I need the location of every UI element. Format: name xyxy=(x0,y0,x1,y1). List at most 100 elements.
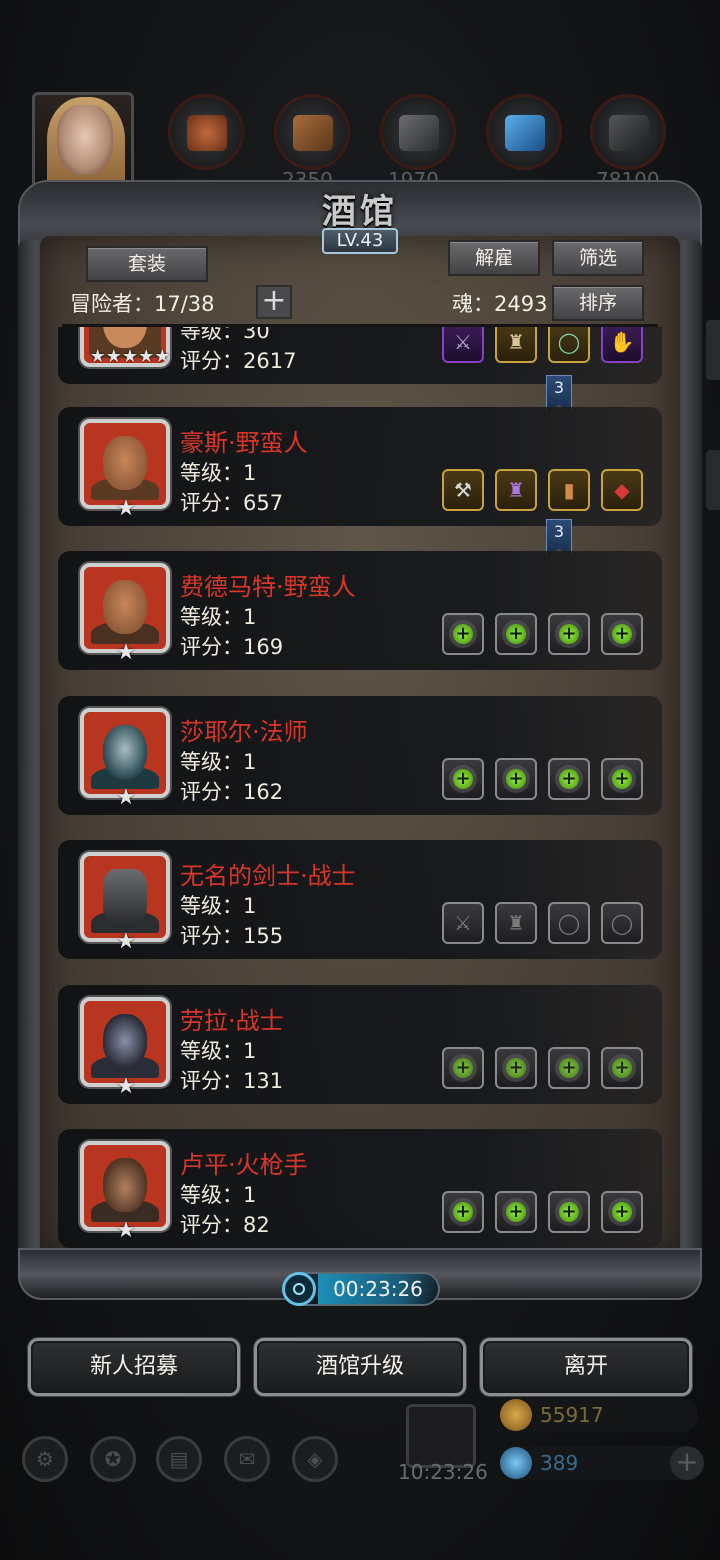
weapon-slot[interactable]: ⚔ xyxy=(442,327,484,363)
weapon-slot-add[interactable]: + xyxy=(442,1191,484,1233)
ring-slot-add[interactable]: + xyxy=(601,613,643,655)
add-icon: + xyxy=(612,1202,632,1222)
hero-card[interactable]: ★ 卢平·火枪手 等级：1 评分：82 + + + + xyxy=(58,1129,662,1248)
gift-timer: 10:23:26 xyxy=(398,1460,488,1484)
ring-slot-add[interactable]: + xyxy=(601,1047,643,1089)
add-icon: + xyxy=(506,1202,526,1222)
iron-icon[interactable] xyxy=(380,94,456,170)
gold-counter: 55917 xyxy=(498,1398,698,1432)
crystal-icon[interactable] xyxy=(486,94,562,170)
add-slot-button[interactable]: + xyxy=(256,285,292,319)
armor-icon: ♜ xyxy=(507,330,525,354)
hero-card[interactable]: ★ 无名的剑士·战士 等级：1 评分：155 ⚔ ♜ ◯ ◯ xyxy=(58,840,662,959)
mail-icon[interactable]: ✉ xyxy=(224,1436,270,1482)
avatar-face xyxy=(57,105,113,175)
hero-card[interactable]: ★ 豪斯·野蛮人 等级：1 评分：657 ⚒ ♜ ▮ ◆ xyxy=(58,407,662,526)
axe-icon: ⚒ xyxy=(454,478,472,502)
hero-score: 评分：82 xyxy=(180,1213,270,1237)
hero-level: 等级：1 xyxy=(180,1183,257,1207)
hero-name: 劳拉·战士 xyxy=(180,1007,284,1035)
side-tab xyxy=(706,450,720,510)
weapon-icon: ⚔ xyxy=(454,330,472,354)
meat-icon[interactable] xyxy=(168,94,244,170)
star-icon: ★ xyxy=(116,496,136,521)
hero-card[interactable]: ★ 劳拉·战士 等级：1 评分：131 + + + + xyxy=(58,985,662,1104)
amulet-slot[interactable]: ◆ xyxy=(601,469,643,511)
hero-name: 无名的剑士·战士 xyxy=(180,862,356,890)
ring-slot[interactable]: ◯ xyxy=(548,327,590,363)
clock-icon xyxy=(282,1272,316,1306)
hero-list[interactable]: ★★★★★ 等级：30 评分：2617 ⚔ ♜ ◯ ✋ 3 ★ 豪斯·野蛮人 等… xyxy=(58,327,662,1265)
sword-icon: ⚔ xyxy=(454,911,472,935)
weapon-slot-add[interactable]: + xyxy=(442,1047,484,1089)
armor-slot-add[interactable]: + xyxy=(495,1047,537,1089)
hero-level: 等级：1 xyxy=(180,750,257,774)
hero-level: 等级：1 xyxy=(180,894,257,918)
hero-card[interactable]: ★ 费德马特·野蛮人 等级：1 评分：169 + + + + xyxy=(58,551,662,670)
filter-button[interactable]: 筛选 xyxy=(552,240,644,276)
player-avatar[interactable] xyxy=(32,92,134,188)
weapon-slot[interactable]: ⚒ xyxy=(442,469,484,511)
dismiss-button[interactable]: 解雇 xyxy=(448,240,540,276)
gift-icon[interactable] xyxy=(406,1404,476,1468)
hero-avatar: ★ xyxy=(80,563,170,665)
add-currency-button[interactable]: + xyxy=(670,1446,704,1480)
ring-slot-empty[interactable]: ◯ xyxy=(548,902,590,944)
weapon-slot-add[interactable]: + xyxy=(442,758,484,800)
amulet-icon: ◆ xyxy=(614,478,630,502)
armor-slot-add[interactable]: + xyxy=(495,613,537,655)
add-icon: + xyxy=(453,1058,473,1078)
ring-slot-add[interactable]: + xyxy=(548,1191,590,1233)
leave-button[interactable]: 离开 xyxy=(480,1338,692,1396)
armor-icon: ♜ xyxy=(507,478,525,502)
side-tab xyxy=(706,320,720,380)
ring-slot-empty[interactable]: ◯ xyxy=(601,902,643,944)
stone-icon[interactable] xyxy=(590,94,666,170)
glove-slot[interactable]: ✋ xyxy=(601,327,643,363)
star-icon: ★ xyxy=(116,785,136,810)
set-button[interactable]: 套装 xyxy=(86,246,208,282)
hero-card[interactable]: ★ 莎耶尔·法师 等级：1 评分：162 + + + + xyxy=(58,696,662,815)
upgrade-tavern-button[interactable]: 酒馆升级 xyxy=(254,1338,466,1396)
sort-button[interactable]: 排序 xyxy=(552,285,644,321)
ring-icon: ◯ xyxy=(557,911,581,935)
gold-icon xyxy=(500,1399,532,1431)
armor-slot[interactable]: ♜ xyxy=(495,469,537,511)
hero-name: 豪斯·野蛮人 xyxy=(180,429,308,457)
wood-icon[interactable] xyxy=(274,94,350,170)
armor-slot[interactable]: ♜ xyxy=(495,327,537,363)
hero-score: 评分：2617 xyxy=(180,349,297,373)
quest-icon[interactable]: ▤ xyxy=(156,1436,202,1482)
hero-level: 等级：30 xyxy=(180,327,270,343)
hero-name: 费德马特·野蛮人 xyxy=(180,573,356,601)
gold-amount: 55917 xyxy=(540,1403,604,1427)
add-icon: + xyxy=(559,624,579,644)
star-rating: ★★★★★ xyxy=(89,346,171,367)
recruit-button[interactable]: 新人招募 xyxy=(28,1338,240,1396)
add-icon: + xyxy=(612,1058,632,1078)
ring-slot-add[interactable]: + xyxy=(548,613,590,655)
achievement-icon[interactable]: ✪ xyxy=(90,1436,136,1482)
armor-slot-add[interactable]: + xyxy=(495,758,537,800)
hero-score: 评分：131 xyxy=(180,1069,284,1093)
add-icon: + xyxy=(506,624,526,644)
refresh-timer: 00:23:26 xyxy=(282,1272,440,1306)
weapon-slot-empty[interactable]: ⚔ xyxy=(442,902,484,944)
refresh-timer-text: 00:23:26 xyxy=(318,1274,438,1304)
hero-name: 卢平·火枪手 xyxy=(180,1151,308,1179)
glove-icon: ✋ xyxy=(609,330,635,354)
hero-avatar: ★ xyxy=(80,419,170,521)
bracer-slot[interactable]: ▮ xyxy=(548,469,590,511)
armor-slot-add[interactable]: + xyxy=(495,1191,537,1233)
add-icon: + xyxy=(453,624,473,644)
hero-name: 莎耶尔·法师 xyxy=(180,718,308,746)
weapon-slot-add[interactable]: + xyxy=(442,613,484,655)
ring-slot-add[interactable]: + xyxy=(548,758,590,800)
ring-slot-add[interactable]: + xyxy=(601,1191,643,1233)
ring-slot-add[interactable]: + xyxy=(601,758,643,800)
ring-slot-add[interactable]: + xyxy=(548,1047,590,1089)
hero-score: 评分：155 xyxy=(180,924,284,948)
armor-slot-empty[interactable]: ♜ xyxy=(495,902,537,944)
settings-icon[interactable]: ⚙ xyxy=(22,1436,68,1482)
cart-icon[interactable]: ◈ xyxy=(292,1436,338,1482)
